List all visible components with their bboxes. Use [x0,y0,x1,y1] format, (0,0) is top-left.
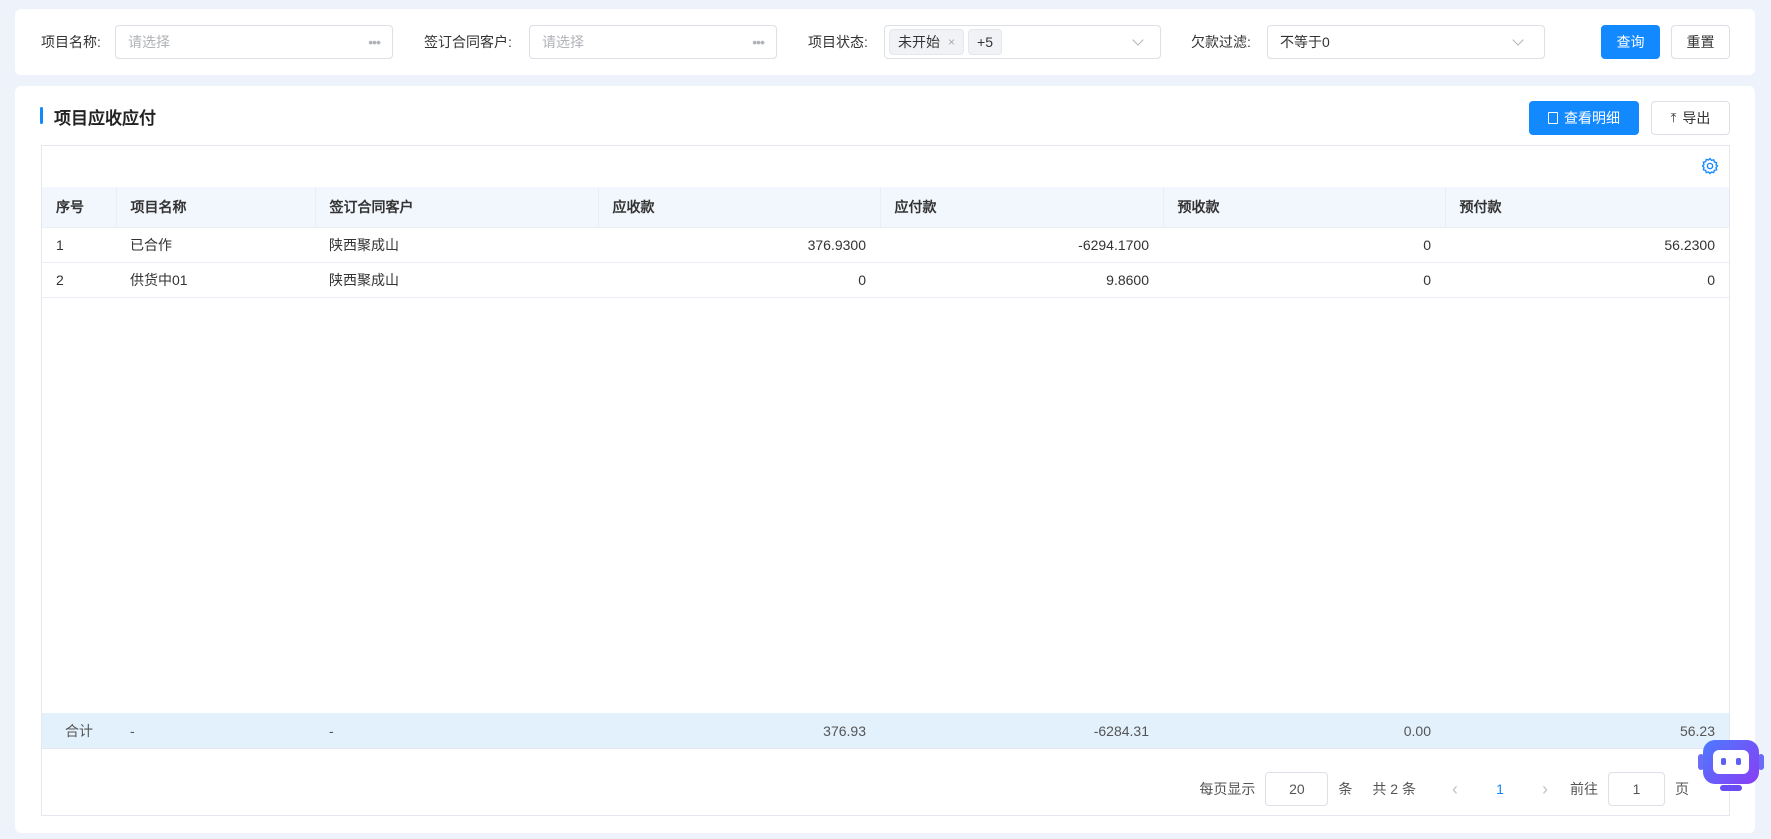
summary-label: 合计 [42,713,116,748]
export-button[interactable]: ⤒ 导出 [1651,101,1730,135]
column-header[interactable]: 序号 [42,187,117,228]
cell-receivable: 376.9300 [598,227,880,263]
cell-project: 供货中01 [116,262,315,298]
cell-project: 已合作 [116,227,315,263]
status-label: 项目状态: [808,34,868,50]
current-page[interactable]: 1 [1480,781,1520,797]
cell-customer: 陕西聚成山 [315,262,598,298]
more-icon[interactable]: ••• [368,34,381,50]
summary-cell: 0.00 [1163,713,1445,748]
customer-input[interactable]: 请选择 ••• [529,25,777,59]
cell-receivable: 0 [598,262,880,298]
table-toolbar [42,146,1729,187]
status-more-tag: +5 [968,29,1002,55]
query-button[interactable]: 查询 [1601,25,1660,59]
chatbot-icon[interactable] [1698,740,1764,792]
cell-customer: 陕西聚成山 [315,227,598,263]
column-header[interactable]: 项目名称 [116,187,316,228]
next-page-icon[interactable]: › [1530,779,1560,800]
cell-prepaid: 56.2300 [1445,227,1729,263]
status-select[interactable]: 未开始 × +5 [884,25,1161,59]
customer-label: 签订合同客户: [424,34,512,50]
page-size-input[interactable]: 20 [1265,772,1329,806]
summary-row: 合计 - - 376.93 -6284.31 0.00 56.23 [42,713,1729,748]
summary-cell: 56.23 [1445,713,1729,748]
reset-button[interactable]: 重置 [1671,25,1730,59]
project-name-input[interactable]: 请选择 ••• [115,25,393,59]
title-accent-bar [40,107,43,124]
column-header[interactable]: 预付款 [1445,187,1729,228]
summary-cell: 376.93 [598,713,880,748]
view-detail-button[interactable]: 查看明细 [1529,101,1639,135]
table-container: 序号 项目名称 签订合同客户 应收款 应付款 预收款 预付款 1 已合作 陕西聚… [41,145,1730,816]
upload-icon: ⤒ [1670,110,1677,125]
close-icon[interactable]: × [948,35,955,49]
column-header[interactable]: 签订合同客户 [315,187,599,228]
page-title: 项目应收应付 [54,109,156,128]
table-row[interactable]: 2 供货中01 陕西聚成山 0 9.8600 0 0 [42,262,1729,298]
table-row[interactable]: 1 已合作 陕西聚成山 376.9300 -6294.1700 0 56.230… [42,227,1729,263]
column-header[interactable]: 预收款 [1163,187,1446,228]
summary-cell: - [315,713,598,748]
gear-icon[interactable] [1701,157,1719,175]
cell-prepaid: 0 [1445,262,1729,298]
chevron-down-icon [1132,33,1144,46]
debt-filter-select[interactable]: 不等于0 [1267,25,1545,59]
summary-cell: -6284.31 [880,713,1163,748]
data-table: 序号 项目名称 签订合同客户 应收款 应付款 预收款 预付款 1 已合作 陕西聚… [42,187,1729,298]
status-tag: 未开始 × [889,29,965,55]
cell-payable: -6294.1700 [880,227,1163,263]
cell-index: 2 [42,262,116,298]
goto-page-input[interactable]: 1 [1608,772,1665,806]
cell-advance-received: 0 [1163,227,1445,263]
project-name-label: 项目名称: [41,34,101,50]
cell-advance-received: 0 [1163,262,1445,298]
document-icon [1548,112,1558,124]
summary-row-wrap: 合计 - - 376.93 -6284.31 0.00 56.23 [42,713,1729,749]
pagination: 每页显示 20 条 共 2 条 ‹ 1 › 前往 1 页 [1199,771,1689,807]
column-header[interactable]: 应收款 [598,187,881,228]
prev-page-icon[interactable]: ‹ [1440,779,1470,800]
column-header[interactable]: 应付款 [880,187,1164,228]
more-icon[interactable]: ••• [752,34,765,50]
table-header: 序号 项目名称 签订合同客户 应收款 应付款 预收款 预付款 [42,187,1729,228]
debt-filter-label: 欠款过滤: [1191,34,1251,50]
summary-cell: - [116,713,315,748]
chevron-down-icon [1512,33,1524,46]
cell-payable: 9.8600 [880,262,1163,298]
cell-index: 1 [42,227,116,263]
